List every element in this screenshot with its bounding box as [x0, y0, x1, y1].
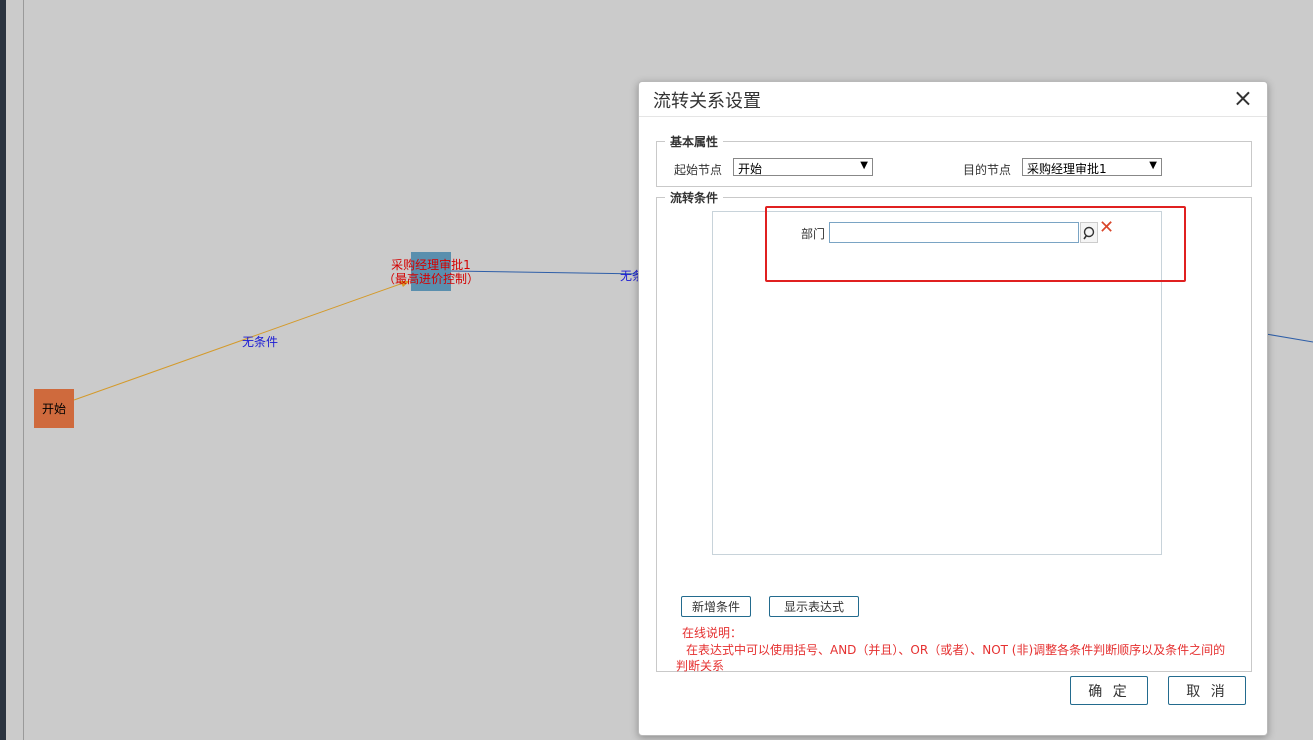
- task-node-name: 采购经理审批1: [391, 258, 471, 272]
- flow-relation-dialog: 流转关系设置 × 基本属性 起始节点 开始 ▼ 目的节点 采购经理审批1 ▼ 流…: [638, 81, 1268, 736]
- dialog-title: 流转关系设置: [653, 91, 761, 112]
- flow-condition-legend: 流转条件: [665, 189, 724, 206]
- ok-button[interactable]: 确 定: [1070, 676, 1148, 705]
- edge-label-partial[interactable]: 无条: [620, 267, 638, 284]
- help-title: 在线说明：: [682, 626, 743, 640]
- dropdown-arrow-icon: ▼: [1149, 160, 1157, 171]
- dropdown-arrow-icon: ▼: [860, 160, 868, 171]
- task-node-subtitle: （最高进价控制）: [382, 272, 479, 286]
- highlight-box: [765, 206, 1186, 282]
- task-node-label: 采购经理审批1 （最高进价控制）: [380, 258, 482, 286]
- from-node-select[interactable]: 开始 ▼: [733, 158, 873, 176]
- cancel-button[interactable]: 取 消: [1168, 676, 1246, 705]
- help-text: 在表达式中可以使用括号、AND（并且）、OR（或者）、NOT (非)调整各条件判…: [676, 643, 1226, 673]
- from-node-label: 起始节点: [674, 163, 723, 177]
- edge-offscreen: [1265, 333, 1313, 343]
- to-node-value: 采购经理审批1: [1027, 162, 1107, 176]
- add-condition-button[interactable]: 新增条件: [681, 596, 751, 617]
- title-divider: [639, 116, 1267, 117]
- basic-properties-legend: 基本属性: [665, 133, 724, 150]
- to-node-select[interactable]: 采购经理审批1 ▼: [1022, 158, 1162, 176]
- show-expression-button[interactable]: 显示表达式: [769, 596, 859, 617]
- to-node-label: 目的节点: [963, 163, 1012, 177]
- edge-start-to-task: [73, 281, 407, 401]
- close-icon[interactable]: ×: [1233, 84, 1253, 112]
- from-node-value: 开始: [738, 162, 763, 176]
- start-node[interactable]: 开始: [34, 389, 74, 428]
- edge-label-unconditional[interactable]: 无条件: [242, 333, 278, 350]
